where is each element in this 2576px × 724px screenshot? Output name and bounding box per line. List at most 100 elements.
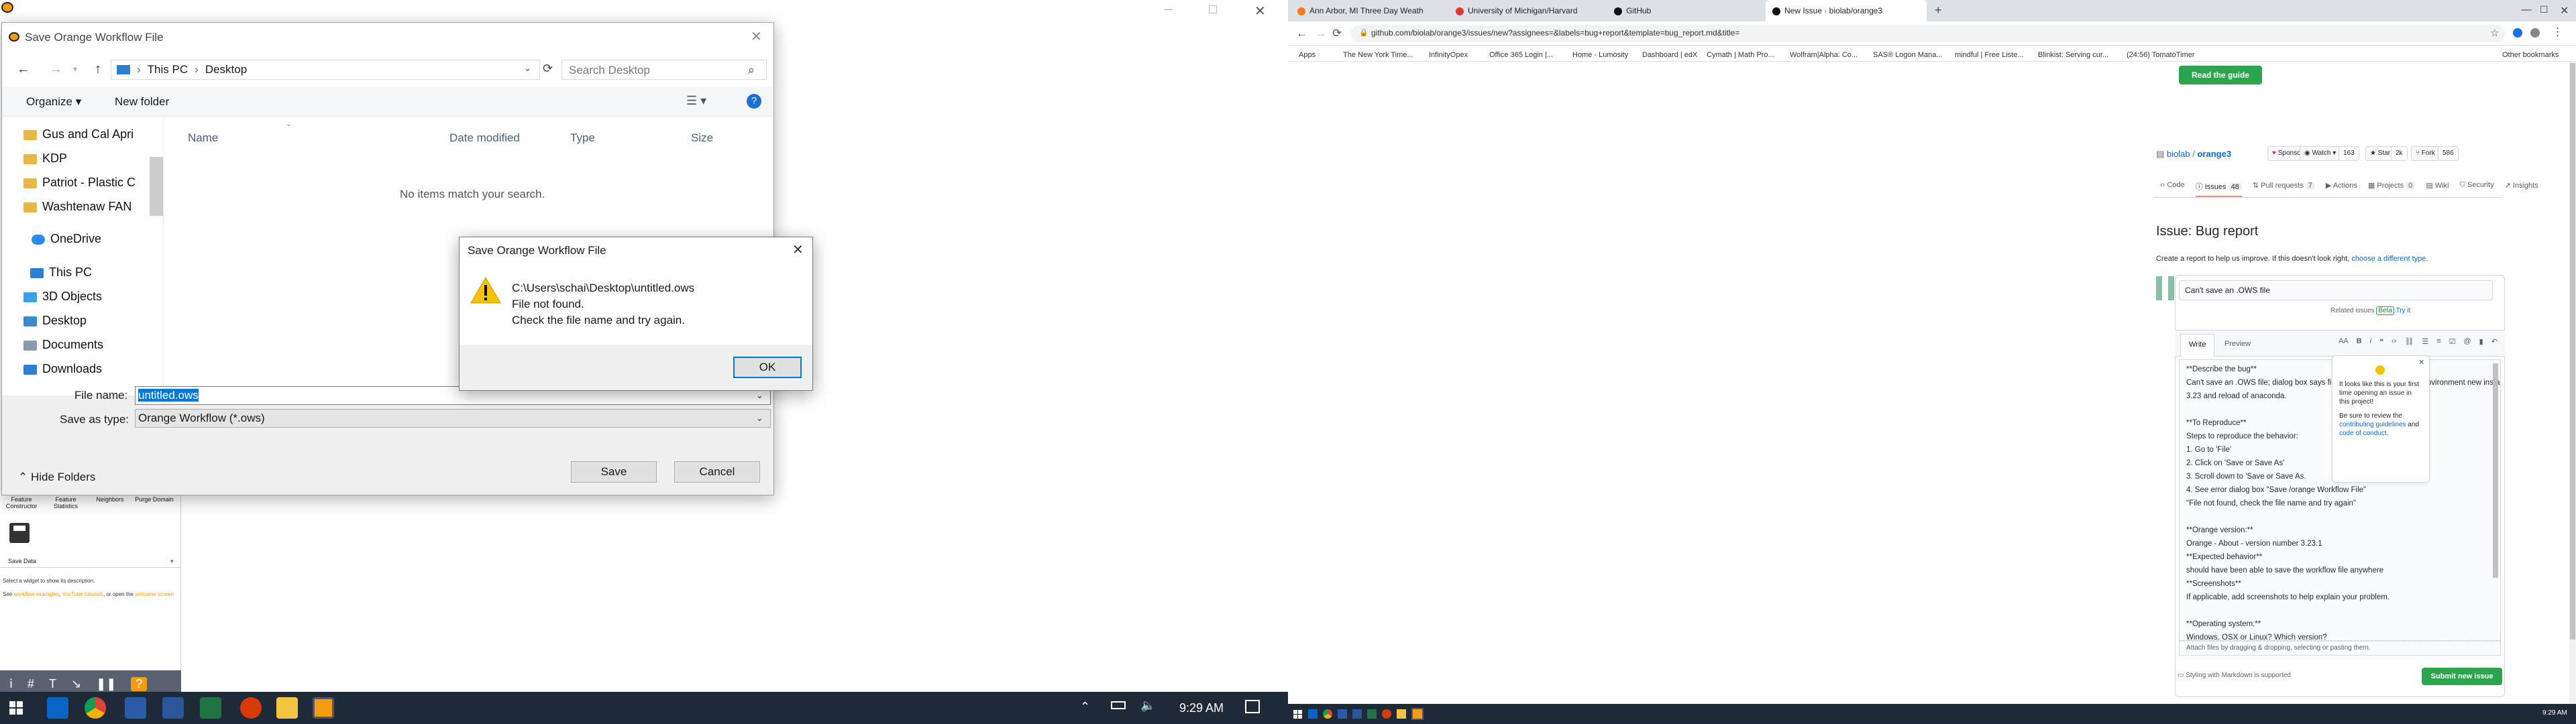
acrobat-icon[interactable] xyxy=(240,697,262,719)
bookmark-blinkist[interactable]: Blinkist: Serving cur... xyxy=(2038,51,2108,59)
textarea-scrollbar[interactable] xyxy=(2493,363,2498,578)
start-icon[interactable] xyxy=(9,701,23,715)
bookmark-lumosity[interactable]: Home - Lumosity xyxy=(1572,51,1628,59)
watch-count[interactable]: 163 xyxy=(2339,146,2359,161)
orange-app-icon[interactable] xyxy=(1,2,13,13)
workflow-examples-link[interactable]: workflow examples xyxy=(13,591,59,597)
address-dropdown-icon[interactable]: ⌄ xyxy=(524,63,531,74)
column-name[interactable]: Name xyxy=(188,131,218,145)
column-date-modified[interactable]: Date modified xyxy=(449,131,520,145)
address-bar[interactable]: › This PC › Desktop xyxy=(111,60,540,80)
try-it-link[interactable]: Try it xyxy=(2396,307,2411,314)
view-options-icon[interactable]: ☰ ▾ xyxy=(686,94,706,108)
welcome-screen-link[interactable]: welcome screen xyxy=(135,591,174,597)
maximize-icon[interactable] xyxy=(1209,5,1217,13)
reload-icon[interactable]: ⟳ xyxy=(1332,27,1342,40)
bookmark-nyt[interactable]: The New York Time... xyxy=(1343,51,1413,59)
tree-item-downloads[interactable]: Downloads xyxy=(23,362,102,376)
lock-icon[interactable]: 🔒 xyxy=(1359,28,1368,37)
watch-button[interactable]: ◉ Watch ▾ xyxy=(2300,146,2341,161)
outlook-icon[interactable] xyxy=(47,697,68,719)
dialog-close-icon[interactable]: ✕ xyxy=(751,28,762,45)
nav-actions[interactable]: ▶ Actions xyxy=(2326,181,2357,197)
nav-projects[interactable]: ▦ Projects 0 xyxy=(2368,181,2416,197)
organize-button[interactable]: Organize ▾ xyxy=(26,95,81,109)
outlook-icon[interactable] xyxy=(1308,709,1318,719)
bullet-list-icon[interactable]: ☰ xyxy=(2422,337,2428,346)
close-icon[interactable]: ✕ xyxy=(2560,4,2569,17)
tree-item-washtenaw[interactable]: Washtenaw FAN xyxy=(23,200,131,214)
save-type-select[interactable]: Orange Workflow (*.ows) xyxy=(135,409,771,428)
task-list-icon[interactable]: ☑ xyxy=(2449,337,2456,346)
tree-item-this-pc[interactable]: This PC xyxy=(30,265,92,280)
quote-icon[interactable]: ❝ xyxy=(2379,337,2383,346)
widget-feature-constructor[interactable]: Feature Constructor xyxy=(0,496,43,509)
chevron-up-icon[interactable]: ⌃ xyxy=(1080,700,1090,714)
nav-wiki[interactable]: ▤ Wiki xyxy=(2426,181,2449,197)
column-size[interactable]: Size xyxy=(691,131,713,145)
search-icon[interactable]: ⌕ xyxy=(748,63,755,77)
bookmark-infinityopex[interactable]: InfinityOpex xyxy=(1429,51,1468,59)
excel-icon[interactable] xyxy=(1367,709,1377,719)
vpn-icon[interactable] xyxy=(1338,709,1347,719)
error-close-icon[interactable]: ✕ xyxy=(792,241,804,258)
back-arrow-icon[interactable]: ← xyxy=(17,62,30,77)
tree-item-patriot[interactable]: Patriot - Plastic C xyxy=(23,176,136,190)
collapse-arrow-icon[interactable]: ▾ xyxy=(170,558,174,565)
save-data-icon[interactable] xyxy=(9,523,30,543)
search-input[interactable]: Search Desktop xyxy=(561,60,767,80)
save-button[interactable]: Save xyxy=(571,461,657,483)
tab-weather[interactable]: Ann Arbor, MI Three Day Weath xyxy=(1291,0,1449,21)
write-tab[interactable]: Write xyxy=(2180,334,2215,357)
bookmark-sas[interactable]: SAS® Logon Mana... xyxy=(1873,51,1943,59)
tab-github[interactable]: GitHub xyxy=(1607,0,1766,21)
clock[interactable]: 9:29 AM xyxy=(2542,709,2567,717)
chevron-down-icon[interactable]: ⌄ xyxy=(756,413,763,424)
ok-button[interactable]: OK xyxy=(733,357,802,378)
pause-icon[interactable]: ❚❚ xyxy=(96,677,116,691)
bookmark-cymath[interactable]: Cymath | Math Pro... xyxy=(1707,51,1774,59)
italic-icon[interactable]: i xyxy=(2370,337,2371,346)
code-icon[interactable]: ‹› xyxy=(2392,337,2396,346)
start-icon[interactable] xyxy=(1293,710,1302,719)
mention-icon[interactable]: @ xyxy=(2463,337,2471,346)
orange-taskbar-icon[interactable] xyxy=(313,697,334,719)
nav-pull-requests[interactable]: ⇅ Pull requests 7 xyxy=(2253,181,2315,197)
clock[interactable]: 9:29 AM xyxy=(1179,701,1224,715)
bookmark-apps[interactable]: Apps xyxy=(1299,51,1316,59)
contributing-link[interactable]: contributing guidelines xyxy=(2339,421,2406,428)
notifications-icon[interactable] xyxy=(1245,700,1260,713)
word-icon[interactable] xyxy=(162,697,184,719)
tip-close-icon[interactable]: ✕ xyxy=(2418,359,2424,367)
profile-icon[interactable] xyxy=(2530,28,2540,38)
code-of-conduct-link[interactable]: code of conduct xyxy=(2339,430,2387,437)
repo-link[interactable]: orange3 xyxy=(2197,149,2231,159)
up-arrow-icon[interactable]: ↑ xyxy=(95,62,101,77)
help-icon[interactable]: ? xyxy=(131,676,148,691)
url-bar[interactable]: github.com/biolab/orange3/issues/new?ass… xyxy=(1351,25,2505,42)
recent-chevron-icon[interactable]: ▾ xyxy=(73,64,77,74)
fork-count[interactable]: 586 xyxy=(2438,146,2459,161)
info-icon[interactable]: ⅰ xyxy=(9,677,13,691)
chrome-icon[interactable] xyxy=(1323,709,1332,719)
bookmark-star-icon[interactable]: ☆ xyxy=(2490,27,2499,39)
new-tab-icon[interactable]: + xyxy=(1935,3,1942,17)
youtube-tutorials-link[interactable]: YouTube tutorials xyxy=(62,591,103,597)
preview-tab[interactable]: Preview xyxy=(2224,340,2251,348)
minimize-icon[interactable] xyxy=(1165,9,1173,10)
tree-item-desktop[interactable]: Desktop xyxy=(23,314,87,328)
excel-icon[interactable] xyxy=(200,697,221,719)
orange-taskbar-icon[interactable] xyxy=(1411,708,1424,720)
refresh-icon[interactable]: ⟳ xyxy=(543,62,553,76)
minimize-icon[interactable]: — xyxy=(2521,4,2532,16)
tree-item-gus[interactable]: Gus and Cal Apri xyxy=(23,127,133,141)
file-explorer-icon[interactable] xyxy=(1397,709,1406,719)
widget-purge-domain[interactable]: Purge Domain xyxy=(133,496,176,509)
extension-icon[interactable] xyxy=(2513,28,2522,38)
acrobat-icon[interactable] xyxy=(1382,709,1391,719)
reply-arrow-icon[interactable]: ↶ xyxy=(2491,337,2498,346)
chrome-icon[interactable] xyxy=(85,697,106,719)
nav-scrollbar[interactable] xyxy=(150,157,163,216)
maximize-icon[interactable]: ☐ xyxy=(2540,4,2548,15)
bookmark-other[interactable]: Other bookmarks xyxy=(2502,51,2559,59)
